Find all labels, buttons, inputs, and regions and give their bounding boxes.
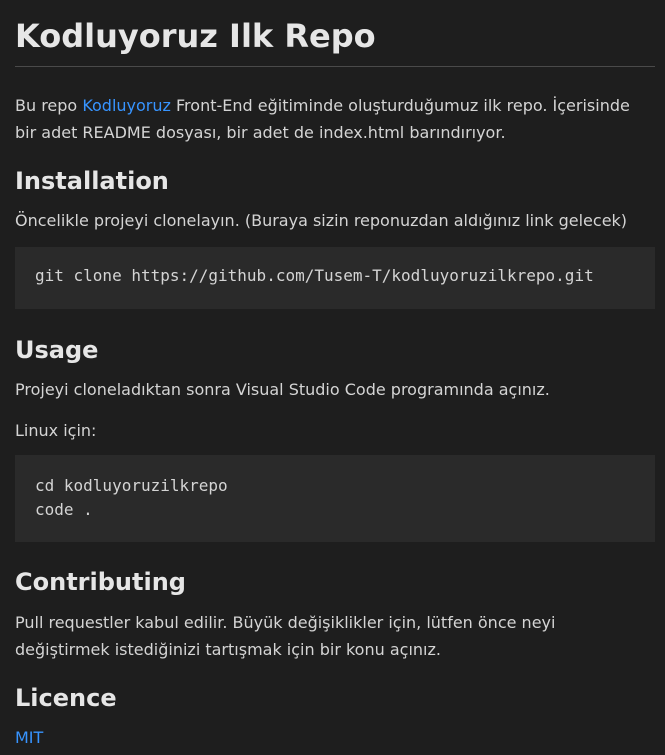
intro-paragraph: Bu repo Kodluyoruz Front-End eğitiminde … <box>15 92 650 146</box>
usage-heading: Usage <box>15 336 99 364</box>
page-title: Kodluyoruz Ilk Repo <box>15 0 655 67</box>
contributing-text: Pull requestler kabul edilir. Büyük deği… <box>15 613 556 659</box>
installation-heading: Installation <box>15 167 169 195</box>
code-line: git clone https://github.com/Tusem-T/kod… <box>35 266 594 285</box>
usage-text: Projeyi cloneladıktan sonra Visual Studi… <box>15 380 550 399</box>
mit-licence-link[interactable]: MIT <box>15 728 43 747</box>
installation-text: Öncelikle projeyi clonelayın. (Buraya si… <box>15 211 628 230</box>
code-line: code . <box>35 500 93 519</box>
clone-code-block: git clone https://github.com/Tusem-T/kod… <box>15 247 655 309</box>
licence-paragraph: MIT <box>15 724 43 751</box>
licence-heading: Licence <box>15 684 117 712</box>
kodluyoruz-link[interactable]: Kodluyoruz <box>82 96 171 115</box>
contributing-heading: Contributing <box>15 568 186 596</box>
linux-label: Linux için: <box>15 421 97 440</box>
usage-code-block: cd kodluyoruzilkrepo code . <box>15 455 655 542</box>
code-line: cd kodluyoruzilkrepo <box>35 476 228 495</box>
intro-text-before: Bu repo <box>15 96 83 115</box>
